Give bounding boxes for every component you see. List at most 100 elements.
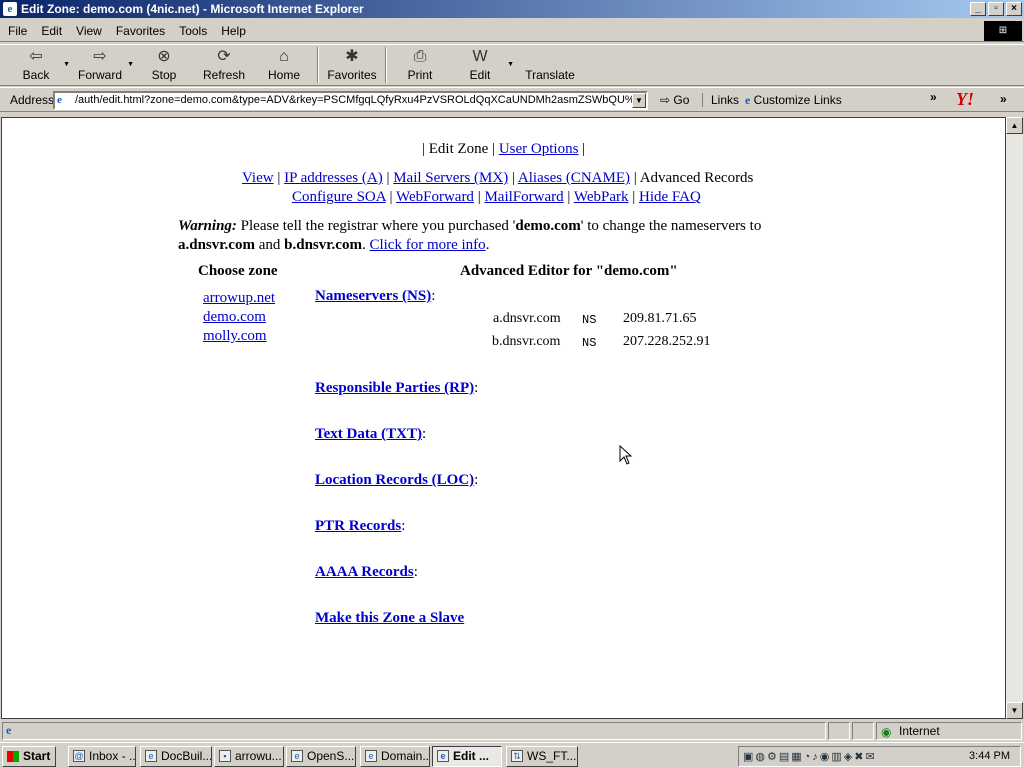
user-options-link[interactable]: User Options [499,141,579,157]
toolbar: ⇦ Back ▼ ⇨ Forward ▼ ⊗ Stop ⟳ Refresh ⌂ … [0,44,1024,86]
scroll-up-button[interactable]: ▲ [1006,117,1023,134]
aaaa-heading: AAAA Records: [315,564,418,580]
menu-help[interactable]: Help [221,24,246,38]
outlook-icon: @ [73,750,85,762]
zone-nav-row-1: View | IP addresses (A) | Mail Servers (… [242,170,754,186]
ns-type-1: NS [582,313,597,327]
scroll-down-button[interactable]: ▼ [1006,702,1023,719]
go-arrow-icon: ⇨ [660,93,671,107]
links-button[interactable]: Links [702,93,739,107]
hide-faq-link[interactable]: Hide FAQ [639,189,701,205]
tray-icons[interactable]: ▣◍⚙▤▦◔♪◉▥◈✖✉ [743,750,877,763]
make-slave-link[interactable]: Make this Zone a Slave [315,610,464,627]
rp-heading: Responsible Parties (RP): [315,380,479,396]
go-button[interactable]: ⇨ Go [660,93,689,107]
task-domain[interactable]: e Domain... [360,746,430,767]
print-button[interactable]: ⎙ Print [390,45,450,85]
address-dropdown-button[interactable]: ▼ [632,93,646,108]
status-pane [828,722,850,740]
top-nav: | Edit Zone | User Options | [422,141,586,157]
page-icon: e [57,94,62,106]
loc-heading: Location Records (LOC): [315,472,479,488]
task-opens[interactable]: e OpenS... [286,746,356,767]
vertical-scrollbar[interactable]: ▲ ▼ [1006,117,1023,719]
zone-nav-row-2: Configure SOA | WebForward | MailForward… [292,189,701,205]
more-info-link[interactable]: Click for more info [369,237,485,253]
refresh-button[interactable]: ⟳ Refresh [194,45,254,85]
favorites-button[interactable]: ✱ Favorites [322,45,382,85]
address-input[interactable]: e /auth/edit.html?zone=demo.com&type=ADV… [53,91,648,110]
ie-icon: e [3,2,17,16]
ie-icon: e [437,750,449,762]
zone-link-demo[interactable]: demo.com [203,309,266,326]
task-arrowup[interactable]: ▪ arrowu... [214,746,284,767]
task-edit[interactable]: e Edit ... [432,746,502,767]
refresh-icon: ⟳ [217,48,231,65]
menu-bar: File Edit View Favorites Tools Help [0,20,1024,42]
customize-links-link[interactable]: e Customize Links [745,93,842,108]
txt-link[interactable]: Text Data (TXT) [315,426,422,442]
minimize-button[interactable]: _ [970,2,986,16]
menu-file[interactable]: File [8,24,27,38]
dropdown-arrow-icon[interactable]: ▼ [63,61,70,68]
edit-button[interactable]: W Edit ▼ [450,45,514,85]
translate-button[interactable]: Translate [518,45,582,85]
dropdown-arrow-icon[interactable]: ▼ [507,61,514,68]
zone-pane: ◉ Internet [876,722,1022,740]
stop-button[interactable]: ⊗ Stop [134,45,194,85]
favorites-folder-icon: ✱ [345,48,359,65]
address-label: Address [10,92,55,107]
window-title: Edit Zone: demo.com (4nic.net) - Microso… [21,2,364,16]
back-button[interactable]: ⇦ Back ▼ [6,45,70,85]
close-button[interactable]: × [1006,2,1022,16]
back-arrow-icon: ⇦ [29,48,43,65]
toolbar-chevron-icon[interactable]: » [1000,92,1007,106]
links-chevron-icon[interactable]: » [930,90,937,104]
configure-soa-link[interactable]: Configure SOA [292,189,386,205]
ip-addresses-link[interactable]: IP addresses (A) [284,170,383,186]
rp-link[interactable]: Responsible Parties (RP) [315,380,474,396]
menu-edit[interactable]: Edit [41,24,62,38]
mailforward-link[interactable]: MailForward [484,189,563,205]
page-icon: e [6,723,12,737]
webforward-link[interactable]: WebForward [396,189,474,205]
menu-view[interactable]: View [76,24,102,38]
title-bar: e Edit Zone: demo.com (4nic.net) - Micro… [0,0,1024,18]
yahoo-logo-icon[interactable]: Y! [956,89,974,110]
stop-icon: ⊗ [157,48,171,65]
maximize-button[interactable]: ▫ [988,2,1004,16]
menu-tools[interactable]: Tools [179,24,207,38]
txt-heading: Text Data (TXT): [315,426,427,442]
menu-favorites[interactable]: Favorites [116,24,165,38]
home-icon: ⌂ [279,48,289,65]
home-button[interactable]: ⌂ Home [254,45,314,85]
view-link[interactable]: View [242,170,274,186]
status-text-pane: e [2,722,826,740]
system-tray: ▣◍⚙▤▦◔♪◉▥◈✖✉ 3:44 PM [738,746,1021,767]
forward-button[interactable]: ⇨ Forward ▼ [70,45,134,85]
ptr-link[interactable]: PTR Records [315,518,401,534]
task-inbox[interactable]: @ Inbox - ... [68,746,136,767]
forward-arrow-icon: ⇨ [93,48,107,65]
word-edit-icon: W [472,48,488,65]
aliases-link[interactable]: Aliases (CNAME) [518,170,630,186]
status-bar: e ◉ Internet [0,720,1024,742]
zone-link-arrowup[interactable]: arrowup.net [203,290,275,307]
ns-ip-1: 209.81.71.65 [623,311,697,326]
task-wsftp[interactable]: ⇅ WS_FT... [506,746,578,767]
nameservers-link[interactable]: Nameservers (NS) [315,288,431,304]
aaaa-link[interactable]: AAAA Records [315,564,414,580]
dropdown-arrow-icon[interactable]: ▼ [127,61,134,68]
start-button[interactable]: Start [2,746,56,767]
page-icon: e [745,93,751,107]
webpark-link[interactable]: WebPark [574,189,629,205]
loc-link[interactable]: Location Records (LOC) [315,472,474,488]
status-pane [852,722,874,740]
clock[interactable]: 3:44 PM [969,750,1010,762]
ns-type-2: NS [582,336,597,350]
warning-line-1: Warning: Please tell the registrar where… [178,218,762,234]
task-docbuil[interactable]: e DocBuil... [140,746,212,767]
zone-link-molly[interactable]: molly.com [203,328,267,345]
mail-servers-link[interactable]: Mail Servers (MX) [393,170,508,186]
windows-logo-icon: ⊞ [984,21,1022,41]
